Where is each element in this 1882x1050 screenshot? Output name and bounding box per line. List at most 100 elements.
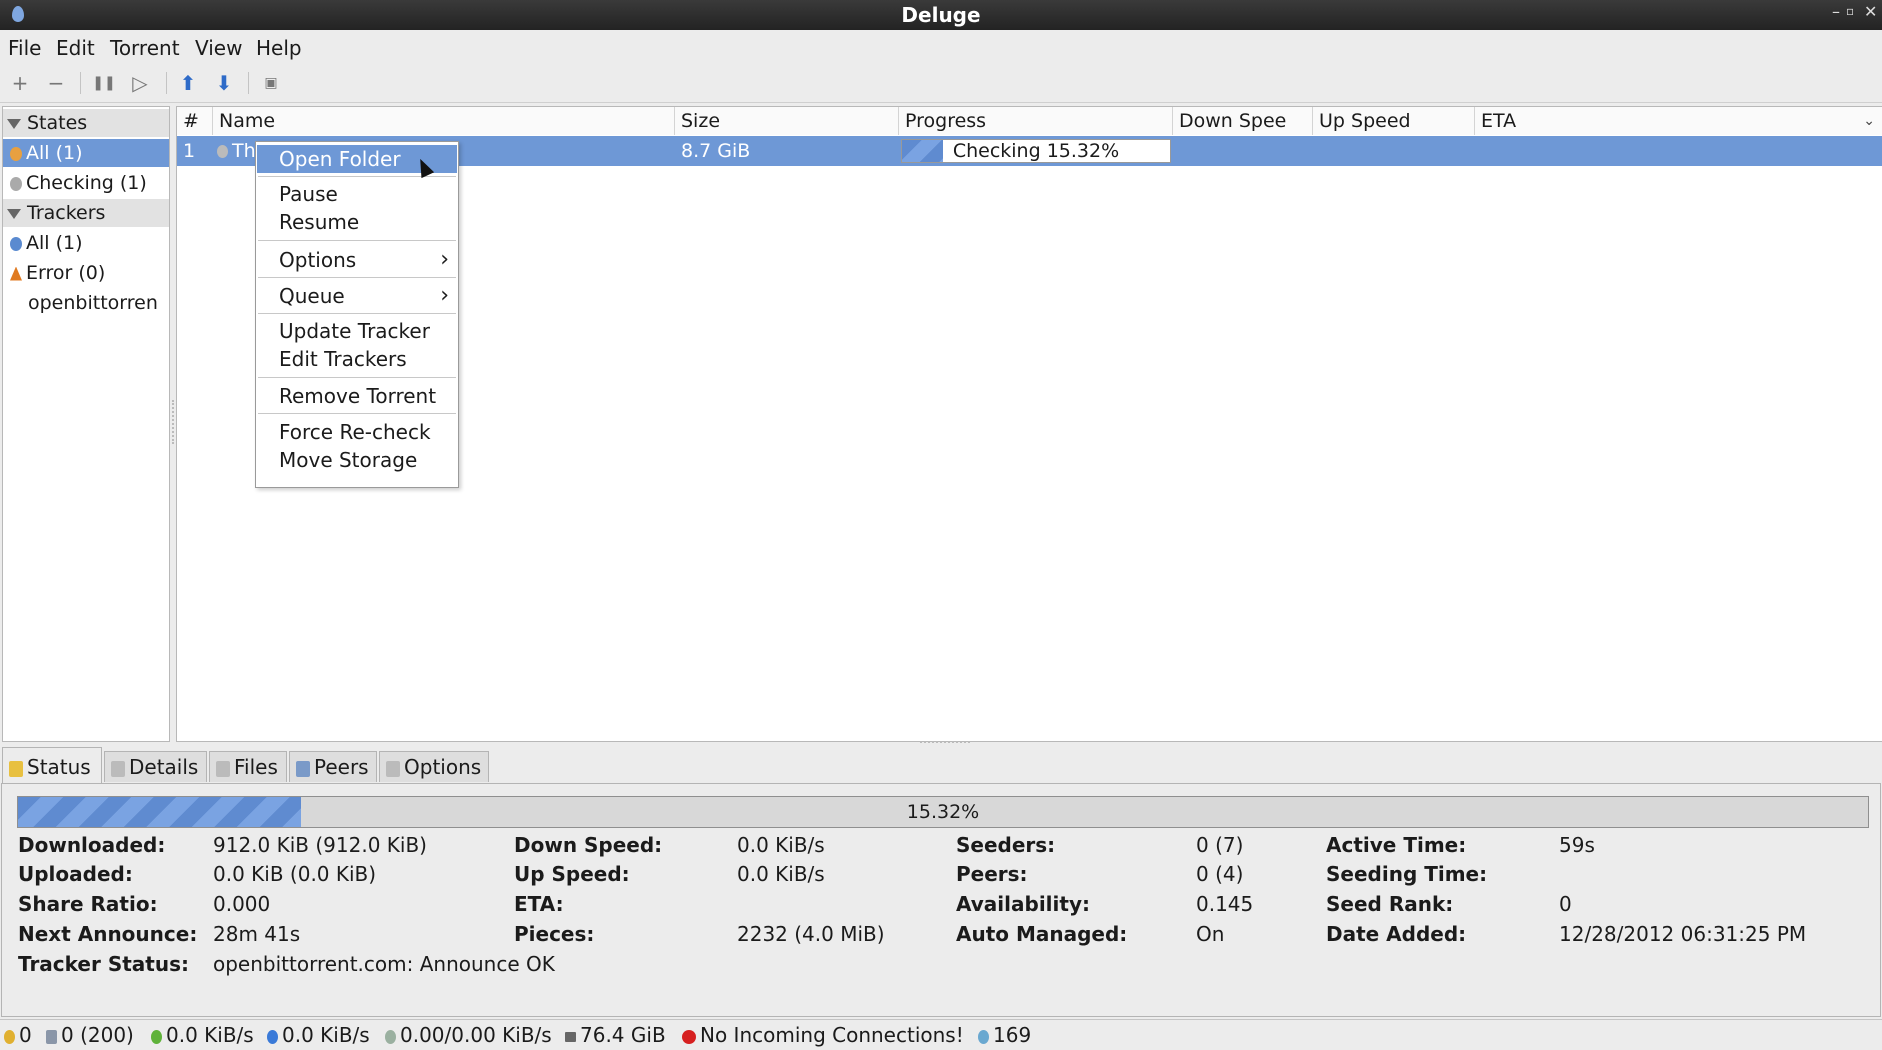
menu-file[interactable]: File [8, 36, 41, 60]
value-up-speed: 0.0 KiB/s [737, 862, 825, 886]
preferences-icon[interactable]: ▣ [258, 70, 284, 96]
tab-details[interactable]: Details [104, 751, 207, 782]
sidebar-item-tracker-openbittorrent[interactable]: openbittorren [3, 289, 194, 317]
label-seeders: Seeders: [956, 833, 1056, 857]
column-header-up-speed[interactable]: Up Speed [1313, 107, 1475, 135]
checking-icon [10, 176, 22, 191]
label-date-added: Date Added: [1326, 922, 1467, 946]
column-header-progress[interactable]: Progress [899, 107, 1173, 135]
title-bar: Deluge – ▫ ✕ [0, 0, 1882, 30]
close-icon[interactable]: ✕ [1864, 2, 1877, 21]
row-size: 8.7 GiB [681, 140, 751, 162]
download-rate-indicator[interactable]: 0.0 KiB/s [151, 1020, 254, 1050]
free-space-indicator[interactable]: 76.4 GiB [565, 1020, 666, 1050]
value-active-time: 59s [1559, 833, 1595, 857]
menu-separator [258, 277, 456, 278]
column-header-eta[interactable]: ETA ⌄ [1475, 107, 1882, 135]
row-progress-text: Checking 15.32% [952, 140, 1120, 162]
menu-item-move-storage[interactable]: Move Storage [257, 446, 457, 474]
menu-item-edit-trackers[interactable]: Edit Trackers [257, 345, 457, 373]
tab-files[interactable]: Files [209, 751, 287, 782]
pause-icon[interactable]: ❚❚ [91, 70, 117, 96]
label-uploaded: Uploaded: [18, 862, 133, 886]
pane-resize-handle[interactable] [920, 741, 970, 746]
trackers-header[interactable]: Trackers [3, 199, 169, 227]
connections-indicator[interactable]: 0 [4, 1020, 32, 1050]
globe-icon [10, 236, 22, 251]
value-peers: 0 (4) [1196, 862, 1244, 886]
menu-help[interactable]: Help [256, 36, 302, 60]
queue-up-icon[interactable]: ⬆ [175, 70, 201, 96]
label-seed-rank: Seed Rank: [1326, 892, 1454, 916]
menu-view[interactable]: View [195, 36, 242, 60]
disk-icon [565, 1031, 576, 1042]
menu-torrent[interactable]: Torrent [110, 36, 180, 60]
label-eta: ETA: [514, 892, 564, 916]
label-auto-managed: Auto Managed: [956, 922, 1128, 946]
warning-icon [10, 266, 22, 281]
menu-separator [258, 413, 456, 414]
toolbar-separator [80, 72, 81, 94]
no-entry-icon [682, 1029, 696, 1044]
incoming-connections-indicator[interactable]: No Incoming Connections! [682, 1020, 964, 1050]
menu-separator [258, 313, 456, 314]
minimize-icon[interactable]: – [1832, 2, 1840, 21]
upload-rate-indicator[interactable]: 0.0 KiB/s [267, 1020, 370, 1050]
connections-icon [4, 1029, 15, 1044]
expander-icon [7, 208, 21, 219]
sidebar-item-state-all[interactable]: All (1) [3, 139, 169, 167]
menu-item-queue[interactable]: Queue › [257, 282, 457, 310]
maximize-icon[interactable]: ▫ [1846, 4, 1854, 18]
protocol-traffic-icon [385, 1029, 396, 1044]
all-states-icon [10, 146, 22, 161]
menu-item-pause[interactable]: Pause [257, 180, 457, 208]
submenu-arrow-icon: › [440, 283, 449, 308]
toolbar-separator [248, 72, 249, 94]
column-header-size[interactable]: Size [675, 107, 899, 135]
context-menu: Open Folder Pause Resume Options › Queue ›… [255, 141, 459, 488]
add-torrent-icon[interactable]: + [7, 70, 33, 96]
status-progress-text: 15.32% [906, 801, 980, 823]
label-peers: Peers: [956, 862, 1028, 886]
column-header-down-speed[interactable]: Down Spee [1173, 107, 1313, 135]
column-menu-chevron-icon[interactable]: ⌄ [1863, 107, 1875, 135]
tab-peers[interactable]: Peers [289, 751, 377, 782]
value-availability: 0.145 [1196, 892, 1254, 916]
menu-item-resume[interactable]: Resume [257, 208, 457, 236]
menu-edit[interactable]: Edit [56, 36, 95, 60]
tab-status[interactable]: Status [2, 747, 102, 783]
sidebar-item-tracker-error[interactable]: Error (0) [3, 259, 169, 287]
label-active-time: Active Time: [1326, 833, 1467, 857]
tab-options[interactable]: Options [379, 751, 489, 782]
column-header-index[interactable]: # [177, 107, 213, 135]
status-icon [9, 760, 23, 777]
sidebar-item-tracker-all[interactable]: All (1) [3, 229, 169, 257]
value-downloaded: 912.0 KiB (912.0 KiB) [213, 833, 427, 857]
queue-down-icon[interactable]: ⬇ [211, 70, 237, 96]
upload-icon [267, 1029, 278, 1044]
status-bar: 0 0 (200) 0.0 KiB/s 0.0 KiB/s 0.00/0.00 … [0, 1019, 1882, 1050]
label-tracker-status: Tracker Status: [18, 952, 189, 976]
menu-item-options[interactable]: Options › [257, 246, 457, 274]
status-progress-bar: 15.32% [17, 796, 1869, 828]
resume-icon[interactable]: ▷ [127, 70, 153, 96]
states-header[interactable]: States [3, 109, 169, 137]
label-next-announce: Next Announce: [18, 922, 198, 946]
menu-item-update-tracker[interactable]: Update Tracker [257, 317, 457, 345]
menu-item-remove-torrent[interactable]: Remove Torrent [257, 382, 457, 410]
column-header-name[interactable]: Name [213, 107, 675, 135]
dht-nodes-indicator[interactable]: 169 [978, 1020, 1031, 1050]
value-tracker-status: openbittorrent.com: Announce OK [213, 952, 555, 976]
value-down-speed: 0.0 KiB/s [737, 833, 825, 857]
files-icon [216, 760, 230, 777]
sidebar: States All (1) Checking (1) Trackers All… [2, 106, 170, 742]
menu-separator [258, 377, 456, 378]
remove-torrent-icon[interactable]: − [43, 70, 69, 96]
sidebar-item-state-checking[interactable]: Checking (1) [3, 169, 169, 197]
menu-separator [258, 176, 456, 177]
protocol-rate-indicator[interactable]: 0.00/0.00 KiB/s [385, 1020, 552, 1050]
slots-indicator[interactable]: 0 (200) [46, 1020, 134, 1050]
options-icon [386, 760, 400, 777]
menu-item-force-recheck[interactable]: Force Re-check [257, 418, 457, 446]
row-index: 1 [183, 140, 196, 162]
